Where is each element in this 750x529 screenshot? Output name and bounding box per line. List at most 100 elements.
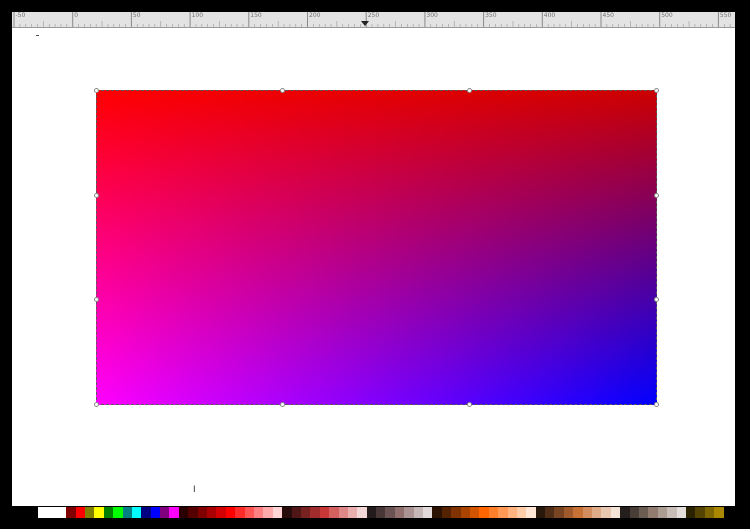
palette-swatch[interactable] [272,507,283,518]
palette-swatch[interactable] [160,507,170,518]
drawing-canvas[interactable]: I [12,28,735,506]
palette-swatch[interactable] [488,507,499,518]
palette-swatch[interactable] [169,507,179,518]
ruler-tick-label: 550 [719,12,732,19]
resize-handle-bottom-mid-right[interactable] [467,402,472,407]
palette-swatch[interactable] [554,507,564,518]
inkscape-window: -50 0 50 100 150 200 250 300 350 400 450 500 550 [0,0,750,529]
palette-swatch[interactable] [207,507,217,518]
ruler-tick-label: 500 [661,12,673,19]
palette-swatch[interactable] [432,507,442,518]
palette-swatch[interactable] [197,507,208,518]
palette-swatch[interactable] [498,507,508,518]
palette-swatch[interactable] [620,507,630,518]
palette-swatch[interactable] [357,507,367,518]
resize-handle-bottom-mid[interactable] [280,402,285,407]
palette-swatch[interactable] [657,507,668,518]
palette-swatch[interactable] [667,507,677,518]
palette-swatch[interactable] [338,507,348,518]
palette-swatch[interactable] [244,507,254,518]
palette-swatch[interactable] [66,507,76,518]
palette-swatch[interactable] [38,507,48,518]
palette-swatch[interactable] [47,507,57,518]
palette-swatch[interactable] [216,507,226,518]
palette-swatch[interactable] [291,507,301,518]
palette-swatch[interactable] [479,507,489,518]
ruler-tick-label: 50 [132,12,141,19]
palette-swatch[interactable] [94,507,104,518]
palette-swatch[interactable] [385,507,395,518]
palette-swatch[interactable] [366,507,377,518]
ruler-tick-label: 350 [485,12,497,19]
palette-swatch[interactable] [235,507,245,518]
palette-swatch[interactable] [592,507,602,518]
resize-handle-right-upper[interactable] [654,193,659,198]
resize-handle-bottom-left[interactable] [94,402,99,407]
palette-swatch[interactable] [526,507,536,518]
palette-swatch[interactable] [629,507,639,518]
resize-handle-top-mid-right[interactable] [467,88,472,93]
palette-swatch[interactable] [319,507,330,518]
palette-swatch[interactable] [188,507,198,518]
palette-swatch[interactable] [310,507,320,518]
palette-swatch[interactable] [582,507,593,518]
palette-swatch[interactable] [563,507,574,518]
resize-handle-bottom-right[interactable] [654,402,659,407]
palette-swatch[interactable] [150,507,161,518]
palette-swatch[interactable] [639,507,649,518]
palette-swatch[interactable] [704,507,715,518]
palette-swatch[interactable] [141,507,151,518]
resize-handle-right-lower[interactable] [654,297,659,302]
resize-handle-top-left[interactable] [94,88,99,93]
palette-swatch[interactable] [676,507,686,518]
palette-swatch[interactable] [122,507,132,518]
palette-swatch[interactable] [131,507,142,518]
palette-swatch[interactable] [573,507,583,518]
palette-swatch[interactable] [225,507,236,518]
palette-swatch[interactable] [56,507,67,518]
palette-swatch[interactable] [648,507,658,518]
palette-swatch[interactable] [610,507,621,518]
palette-swatch[interactable] [113,507,123,518]
palette-swatch[interactable] [507,507,517,518]
palette-swatch[interactable] [685,507,696,518]
palette-swatch[interactable] [460,507,470,518]
resize-handle-left-lower[interactable] [94,297,99,302]
palette-swatch[interactable] [394,507,405,518]
resize-handle-top-right[interactable] [654,88,659,93]
palette-swatch[interactable] [263,507,273,518]
palette-swatch[interactable] [469,507,480,518]
resize-handle-left-upper[interactable] [94,193,99,198]
palette-swatch[interactable] [545,507,555,518]
palette-swatch[interactable] [300,507,311,518]
ruler-tick-label: 250 [367,12,380,19]
palette-swatch[interactable] [376,507,386,518]
palette-swatch[interactable] [329,507,339,518]
palette-swatch[interactable] [423,507,433,518]
palette-swatch[interactable] [75,507,85,518]
palette-swatch[interactable] [253,507,264,518]
palette-swatch[interactable] [413,507,424,518]
color-palette[interactable] [38,507,724,518]
palette-swatch[interactable] [535,507,546,518]
palette-swatch[interactable] [282,507,292,518]
palette-swatch[interactable] [441,507,452,518]
ruler-tick-label: 0 [74,12,79,19]
palette-swatch[interactable] [516,507,527,518]
palette-swatch[interactable] [451,507,461,518]
ruler-tick-label: 150 [250,12,262,19]
palette-swatch[interactable] [84,507,95,518]
palette-swatch[interactable] [347,507,358,518]
ruler-tick-label: 200 [309,12,321,19]
gradient-fill [96,90,657,405]
palette-swatch[interactable] [404,507,414,518]
palette-swatch[interactable] [601,507,611,518]
palette-swatch[interactable] [714,507,724,518]
horizontal-ruler[interactable]: -50 0 50 100 150 200 250 300 350 400 450 500 550 [12,12,735,28]
resize-handle-top-mid[interactable] [280,88,285,93]
palette-swatch[interactable] [695,507,705,518]
palette-swatch[interactable] [103,507,114,518]
palette-swatch[interactable] [178,507,189,518]
gradient-rectangle[interactable] [96,90,657,405]
ruler-position-marker-icon [361,21,369,26]
